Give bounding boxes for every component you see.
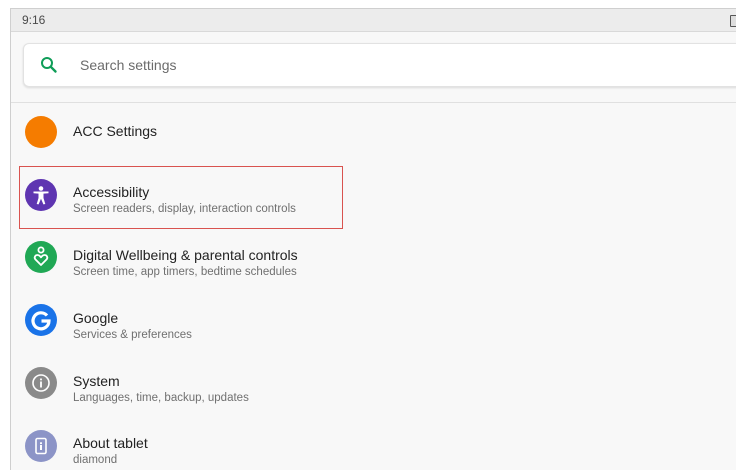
- setting-item-digital-wellbeing[interactable]: Digital Wellbeing & parental controls Sc…: [11, 229, 736, 289]
- setting-title: ACC Settings: [73, 123, 158, 139]
- search-icon: [40, 56, 58, 74]
- orange-circle-icon: [25, 116, 57, 148]
- search-bar[interactable]: Search settings: [23, 43, 736, 87]
- setting-title: About tablet: [73, 435, 148, 451]
- setting-item-system[interactable]: System Languages, time, backup, updates: [11, 355, 736, 415]
- setting-item-about-tablet[interactable]: About tablet diamond: [11, 418, 736, 470]
- setting-title: Digital Wellbeing & parental controls: [73, 247, 298, 263]
- setting-subtitle: Languages, time, backup, updates: [73, 392, 249, 404]
- digital-wellbeing-icon: [25, 241, 57, 273]
- setting-title: Google: [73, 310, 119, 326]
- tablet-icon: [25, 430, 57, 462]
- setting-subtitle: Screen time, app timers, bedtime schedul…: [73, 266, 297, 278]
- system-info-icon: [25, 367, 57, 399]
- highlight-box: [19, 166, 343, 229]
- setting-item-google[interactable]: Google Services & preferences: [11, 292, 736, 352]
- setting-subtitle: diamond: [73, 454, 118, 466]
- setting-title: System: [73, 373, 120, 389]
- search-placeholder: Search settings: [80, 57, 177, 73]
- google-icon: [25, 304, 57, 336]
- status-time: 9:16: [22, 13, 46, 27]
- settings-screen: 9:16 Search settings ACC Settings Access…: [10, 8, 736, 470]
- status-bar: 9:16: [11, 9, 736, 32]
- setting-item-acc[interactable]: ACC Settings: [11, 103, 736, 163]
- setting-subtitle: Services & preferences: [73, 329, 192, 341]
- battery-icon: [730, 15, 736, 27]
